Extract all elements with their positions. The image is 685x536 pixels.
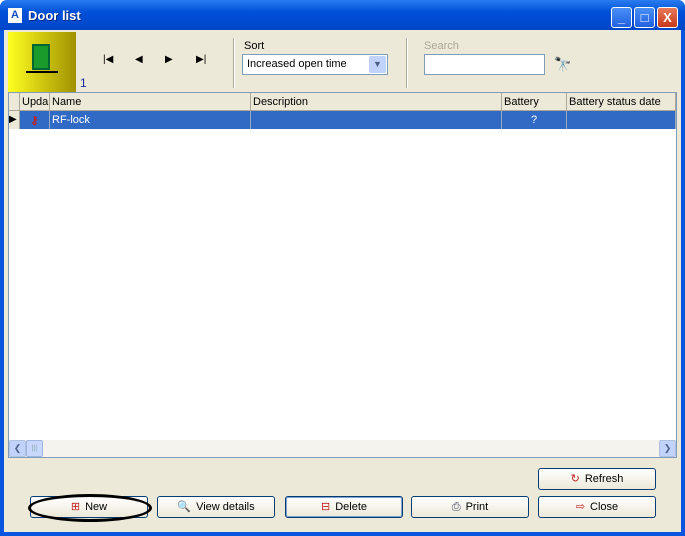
door-grid: Upda Name Description Battery Battery st… bbox=[8, 92, 677, 458]
refresh-button[interactable]: ↻ Refresh bbox=[538, 468, 656, 490]
magnifier-icon: 🔍 bbox=[177, 501, 192, 513]
cell-battery[interactable]: ? bbox=[502, 111, 567, 129]
delete-label: Delete bbox=[335, 501, 367, 513]
print-label: Print bbox=[465, 501, 489, 513]
print-button[interactable]: ⎙ Print bbox=[411, 496, 529, 518]
printer-icon: ⎙ bbox=[451, 501, 461, 513]
next-record-button[interactable]: ▶ bbox=[165, 54, 173, 65]
window-title: Door list bbox=[28, 8, 81, 23]
door-icon bbox=[32, 44, 50, 70]
cell-name[interactable]: RF-lock bbox=[50, 111, 251, 129]
lock-icon: ⚷ bbox=[20, 111, 50, 129]
last-record-button[interactable]: ▶| bbox=[196, 54, 206, 65]
separator bbox=[406, 38, 408, 88]
scroll-left-icon[interactable]: ❮ bbox=[9, 440, 26, 457]
chevron-down-icon[interactable]: ▼ bbox=[369, 56, 386, 73]
app-icon: A bbox=[8, 8, 22, 23]
close-label: Close bbox=[590, 501, 619, 513]
view-details-label: View details bbox=[196, 501, 255, 513]
search-label: Search bbox=[424, 40, 459, 52]
scroll-thumb[interactable]: ||| bbox=[26, 440, 43, 457]
row-indicator-header bbox=[9, 93, 20, 111]
scroll-right-icon[interactable]: ❯ bbox=[659, 440, 676, 457]
column-header-battery-status-date[interactable]: Battery status date bbox=[567, 93, 676, 111]
sort-select[interactable]: Increased open time ▼ bbox=[242, 54, 388, 75]
minus-icon: ⊟ bbox=[320, 501, 331, 513]
column-header-name[interactable]: Name bbox=[50, 93, 251, 111]
horizontal-scrollbar[interactable]: ❮ ||| ❯ bbox=[9, 440, 676, 457]
close-window-button[interactable]: X bbox=[657, 7, 678, 28]
first-record-button[interactable]: |◀ bbox=[103, 54, 113, 65]
column-header-description[interactable]: Description bbox=[251, 93, 502, 111]
exit-icon: ⇨ bbox=[575, 501, 586, 513]
column-header-battery[interactable]: Battery bbox=[502, 93, 567, 111]
binoculars-search-button[interactable]: 🔭 bbox=[552, 52, 574, 76]
door-image bbox=[8, 32, 76, 92]
search-input[interactable] bbox=[424, 54, 545, 75]
separator bbox=[233, 38, 235, 88]
column-header-update[interactable]: Upda bbox=[20, 93, 50, 111]
record-count: 1 bbox=[80, 76, 87, 90]
highlight-circle bbox=[28, 494, 152, 522]
minimize-button[interactable]: _ bbox=[611, 7, 632, 28]
sort-value: Increased open time bbox=[247, 58, 347, 70]
toolbar: 1 |◀ ◀ ▶ ▶| Sort Increased open time ▼ Se… bbox=[8, 32, 677, 92]
client-area: 1 |◀ ◀ ▶ ▶| Sort Increased open time ▼ Se… bbox=[4, 30, 681, 532]
cell-description[interactable] bbox=[251, 111, 502, 129]
title-bar: A Door list _ □ X bbox=[0, 0, 685, 30]
new-button[interactable]: ⊞ New bbox=[28, 494, 152, 522]
view-details-button[interactable]: 🔍 View details bbox=[157, 496, 275, 518]
refresh-label: Refresh bbox=[584, 473, 624, 485]
cell-battery-status-date[interactable] bbox=[567, 111, 676, 129]
table-row[interactable]: ⚷ RF-lock ? bbox=[9, 111, 676, 129]
maximize-button[interactable]: □ bbox=[634, 7, 655, 28]
delete-button[interactable]: ⊟ Delete bbox=[285, 496, 403, 518]
previous-record-button[interactable]: ◀ bbox=[135, 54, 143, 65]
close-button[interactable]: ⇨ Close bbox=[538, 496, 656, 518]
refresh-icon: ↻ bbox=[570, 473, 580, 485]
floor-line bbox=[26, 71, 58, 73]
door-list-window: A Door list _ □ X 1 |◀ ◀ ▶ ▶| Sort Incre… bbox=[0, 0, 685, 536]
sort-label: Sort bbox=[244, 40, 265, 52]
